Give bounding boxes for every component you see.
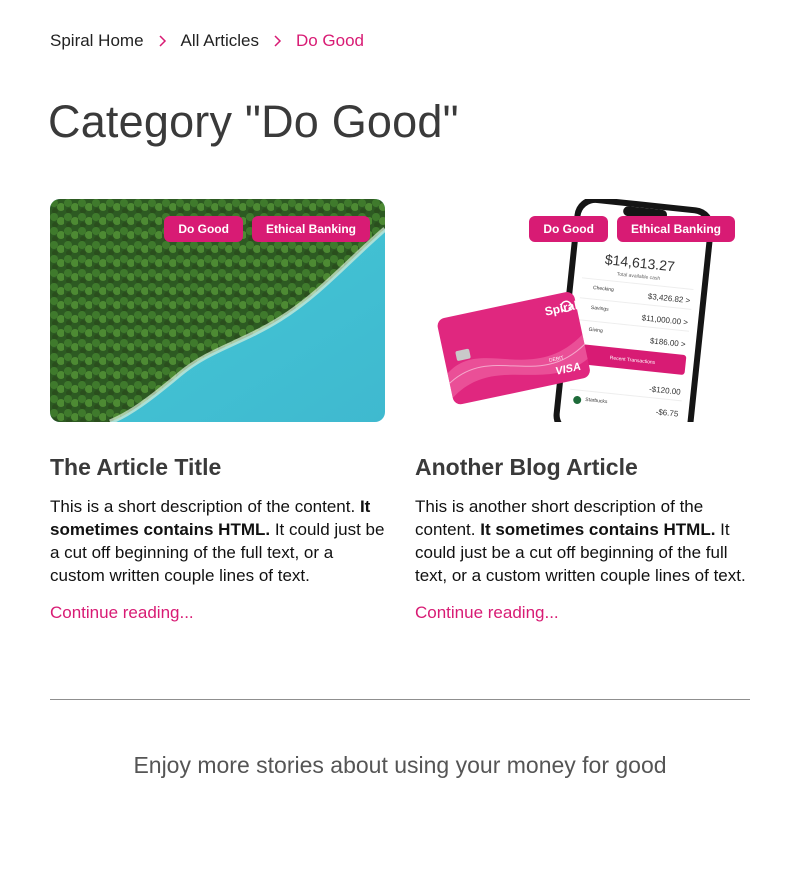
article-image-forest-lake[interactable]: Do Good Ethical Banking — [50, 199, 385, 422]
breadcrumb: Spiral Home All Articles Do Good — [50, 30, 364, 52]
tag-list: Do Good Ethical Banking — [164, 216, 370, 242]
article-image-phone-card[interactable]: $14,613.27 Total available cash Checking… — [415, 199, 750, 422]
article-title[interactable]: The Article Title — [50, 452, 385, 482]
article-description-bold: It sometimes contains HTML. — [480, 520, 716, 539]
article-description: This is a short description of the conte… — [50, 495, 385, 587]
more-stories-tagline: Enjoy more stories about using your mone… — [133, 752, 667, 778]
article-description-text: This is a short description of the conte… — [50, 497, 360, 516]
continue-reading-link[interactable]: Continue reading... — [50, 601, 194, 624]
article-card: Do Good Ethical Banking The Article Titl… — [50, 199, 385, 624]
chevron-right-icon — [273, 35, 282, 47]
tag-ethical-banking[interactable]: Ethical Banking — [616, 216, 735, 242]
tag-do-good[interactable]: Do Good — [529, 216, 608, 242]
breadcrumb-current: Do Good — [295, 31, 365, 50]
breadcrumb-all-articles-link[interactable]: All Articles — [181, 30, 259, 52]
tag-ethical-banking[interactable]: Ethical Banking — [251, 216, 370, 242]
tag-do-good[interactable]: Do Good — [164, 216, 243, 242]
article-title[interactable]: Another Blog Article — [415, 452, 750, 482]
tag-list: Do Good Ethical Banking — [529, 216, 735, 242]
breadcrumb-home-link[interactable]: Spiral Home — [50, 30, 144, 52]
article-card: $14,613.27 Total available cash Checking… — [415, 199, 750, 624]
page-title: Category "Do Good" — [48, 96, 459, 147]
continue-reading-link[interactable]: Continue reading... — [415, 601, 559, 624]
chevron-right-icon — [158, 35, 167, 47]
article-description: This is another short description of the… — [415, 495, 750, 587]
section-divider — [50, 699, 750, 700]
